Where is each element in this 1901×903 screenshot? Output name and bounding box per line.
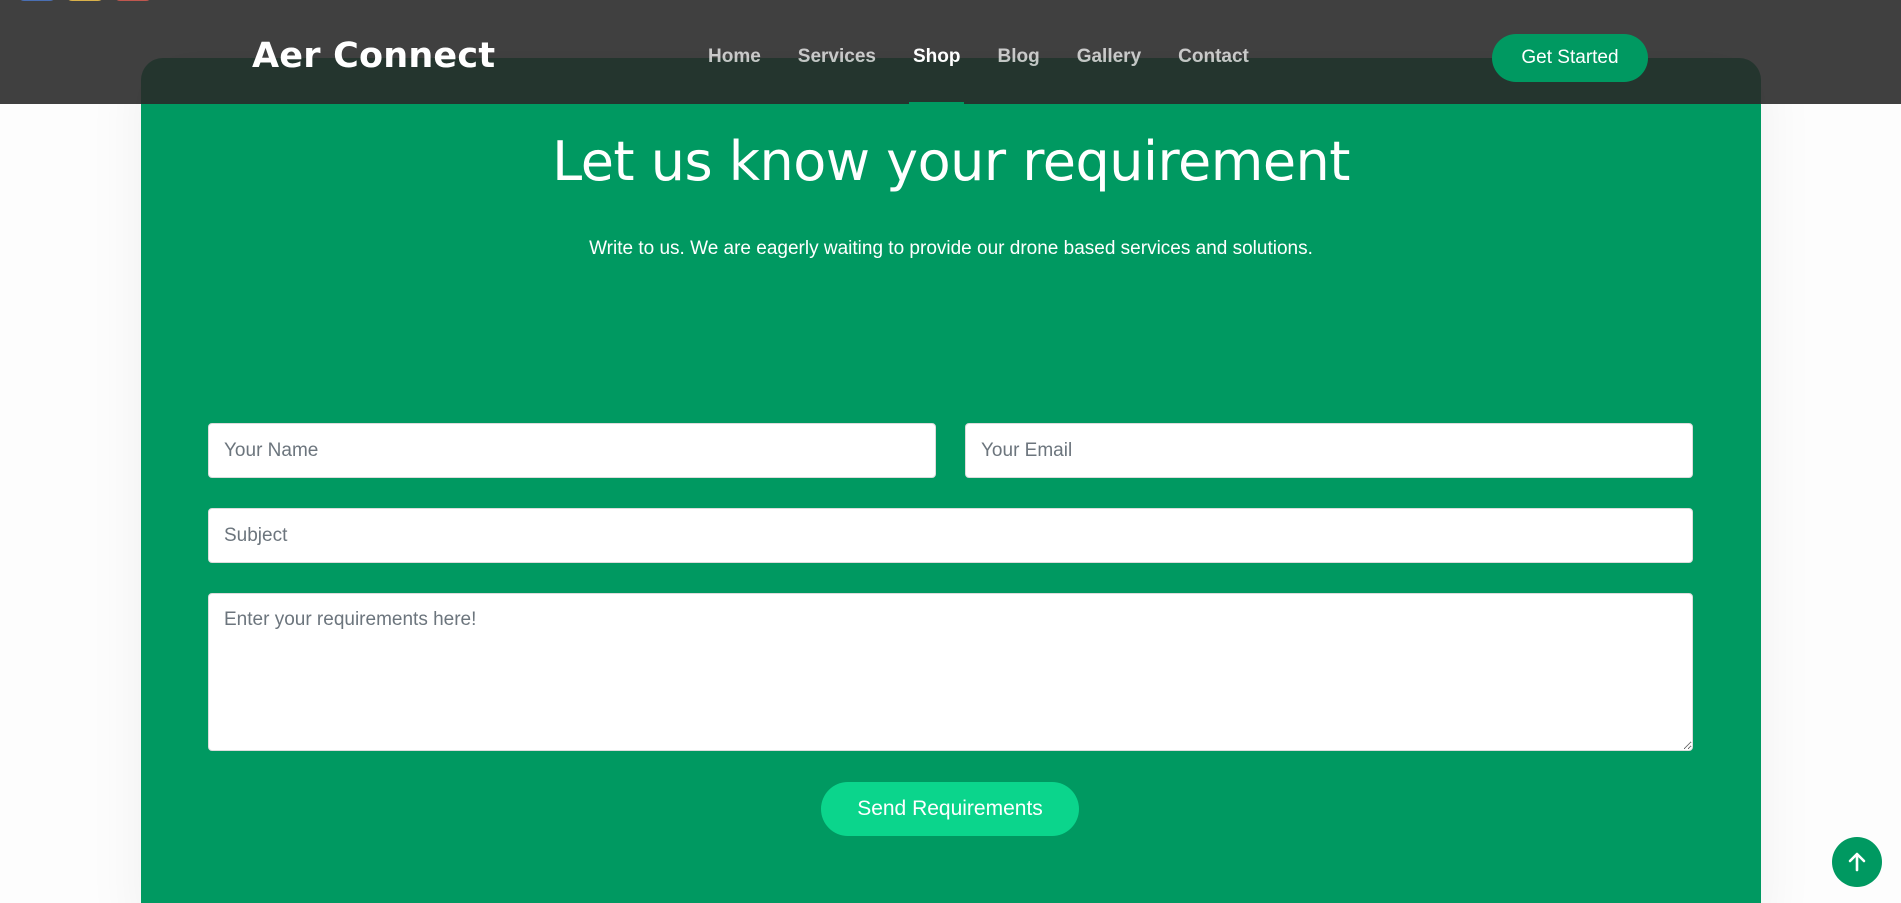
page: Aer Connect Home Services Shop Blog Gall… — [0, 0, 1901, 903]
send-requirements-button[interactable]: Send Requirements — [821, 782, 1079, 836]
nav-item-services[interactable]: Services — [798, 46, 876, 104]
nav-item-shop[interactable]: Shop — [909, 46, 964, 104]
email-field[interactable] — [965, 423, 1693, 478]
section-title: Let us know your requirement — [552, 130, 1350, 193]
nav-item-home[interactable]: Home — [708, 46, 761, 104]
name-field[interactable] — [208, 423, 936, 478]
arrow-up-icon — [1848, 852, 1866, 872]
subject-field[interactable] — [208, 508, 1693, 563]
nav-item-gallery[interactable]: Gallery — [1077, 46, 1141, 104]
top-color-swatches — [18, 0, 152, 1]
site-logo[interactable]: Aer Connect — [252, 36, 495, 76]
section-subtitle: Write to us. We are eagerly waiting to p… — [589, 238, 1313, 259]
nav-item-contact[interactable]: Contact — [1178, 46, 1249, 104]
nav-item-blog[interactable]: Blog — [997, 46, 1039, 104]
top-navbar: Aer Connect Home Services Shop Blog Gall… — [0, 0, 1901, 104]
back-to-top-button[interactable] — [1832, 837, 1882, 887]
main-nav: Home Services Shop Blog Gallery Contact — [708, 46, 1249, 104]
requirements-textarea[interactable] — [208, 593, 1693, 751]
get-started-button[interactable]: Get Started — [1492, 34, 1648, 82]
